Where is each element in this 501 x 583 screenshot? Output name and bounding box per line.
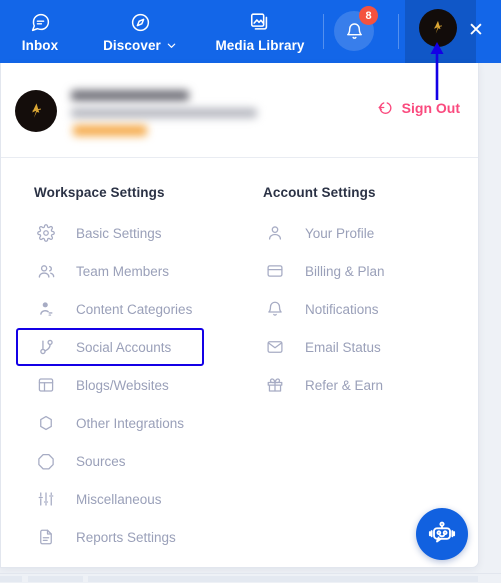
nav-divider-right (398, 14, 399, 49)
menu-item-reports-settings[interactable]: Reports Settings (16, 518, 204, 556)
layout-panel-icon (34, 373, 58, 397)
menu-label-billing-plan: Billing & Plan (305, 263, 385, 279)
menu-item-social-accounts[interactable]: Social Accounts (16, 328, 204, 366)
nav-item-inbox[interactable]: Inbox (14, 0, 66, 63)
menu-item-billing-plan[interactable]: Billing & Plan (245, 252, 433, 290)
person-icon (263, 221, 287, 245)
nav-label-discover-text: Discover (103, 38, 161, 53)
user-avatar-button[interactable] (419, 9, 457, 47)
app-root: Inbox Discover Media Library 8 ✕ Sign Ou… (0, 0, 501, 583)
notification-badge: 8 (359, 6, 378, 25)
user-avatar-logo (31, 102, 41, 118)
chevron-down-icon (167, 43, 176, 48)
menu-label-sources: Sources (76, 453, 126, 469)
document-icon (34, 525, 58, 549)
menu-item-notifications[interactable]: Notifications (245, 290, 433, 328)
menu-item-miscellaneous[interactable]: Miscellaneous (16, 480, 204, 518)
sign-out-label: Sign Out (401, 99, 460, 116)
nav-item-media-library[interactable]: Media Library (205, 0, 315, 63)
envelope-icon (263, 335, 287, 359)
profile-section: Sign Out (1, 63, 478, 158)
menu-label-refer-earn: Refer & Earn (305, 377, 384, 393)
nav-label-media-library: Media Library (215, 38, 305, 53)
gift-icon (263, 373, 287, 397)
menu-label-blogs-websites: Blogs/Websites (76, 377, 169, 393)
nav-label-discover: Discover (103, 38, 177, 53)
menu-label-reports-settings: Reports Settings (76, 529, 176, 545)
bell-icon (263, 297, 287, 321)
top-navigation-bar: Inbox Discover Media Library 8 ✕ (0, 0, 501, 63)
menu-item-refer-earn[interactable]: Refer & Earn (245, 366, 433, 404)
workspace-settings-title: Workspace Settings (34, 185, 165, 200)
credit-card-icon (263, 259, 287, 283)
profile-email-redacted (71, 108, 257, 118)
close-icon[interactable]: ✕ (466, 21, 486, 41)
sign-out-icon (378, 102, 392, 114)
profile-badge-redacted (73, 125, 147, 136)
menu-item-other-integrations[interactable]: Other Integrations (16, 404, 204, 442)
nav-item-discover[interactable]: Discover (92, 0, 188, 63)
menu-item-blogs-websites[interactable]: Blogs/Websites (16, 366, 204, 404)
sliders-icon (34, 487, 58, 511)
menu-label-social-accounts: Social Accounts (76, 339, 172, 355)
person-tag-icon (34, 297, 58, 321)
nav-divider-left (323, 14, 324, 49)
menu-label-content-categories: Content Categories (76, 301, 193, 317)
robot-icon (428, 521, 456, 543)
menu-item-basic-settings[interactable]: Basic Settings (16, 214, 204, 252)
menu-label-team-members: Team Members (76, 263, 170, 279)
avatar (15, 90, 57, 132)
menu-item-email-status[interactable]: Email Status (245, 328, 433, 366)
sign-out-button[interactable]: Sign Out (377, 99, 460, 116)
menu-label-miscellaneous: Miscellaneous (76, 491, 162, 507)
menu-label-other-integrations: Other Integrations (76, 415, 185, 431)
compass-icon (130, 10, 151, 34)
chat-bubble-icon (30, 10, 51, 34)
menu-item-sources[interactable]: Sources (16, 442, 204, 480)
media-images-icon (249, 10, 271, 34)
menu-label-notifications: Notifications (305, 301, 379, 317)
account-dropdown-panel: Sign Out Workspace Settings Basic Settin… (0, 63, 479, 568)
settings-columns: Workspace Settings Basic Settings Team M… (1, 158, 478, 556)
chat-widget-button[interactable] (416, 508, 468, 560)
profile-name-redacted (71, 90, 189, 101)
share-branch-icon (34, 335, 58, 359)
account-settings-column: Account Settings Your Profile Billing & … (249, 158, 478, 556)
workspace-settings-column: Workspace Settings Basic Settings Team M… (1, 158, 249, 556)
menu-label-basic-settings: Basic Settings (76, 225, 162, 241)
user-avatar-logo (434, 20, 442, 34)
nav-label-inbox: Inbox (21, 38, 59, 53)
hexagon-icon (34, 411, 58, 435)
notifications-button[interactable]: 8 (334, 6, 378, 51)
users-icon (34, 259, 58, 283)
account-settings-title: Account Settings (263, 185, 376, 200)
bottom-scroll-strip (0, 573, 501, 583)
menu-item-your-profile[interactable]: Your Profile (245, 214, 433, 252)
gear-icon (34, 221, 58, 245)
octagon-icon (34, 449, 58, 473)
menu-label-email-status: Email Status (305, 339, 381, 355)
menu-item-team-members[interactable]: Team Members (16, 252, 204, 290)
menu-item-content-categories[interactable]: Content Categories (16, 290, 204, 328)
menu-label-your-profile: Your Profile (305, 225, 375, 241)
